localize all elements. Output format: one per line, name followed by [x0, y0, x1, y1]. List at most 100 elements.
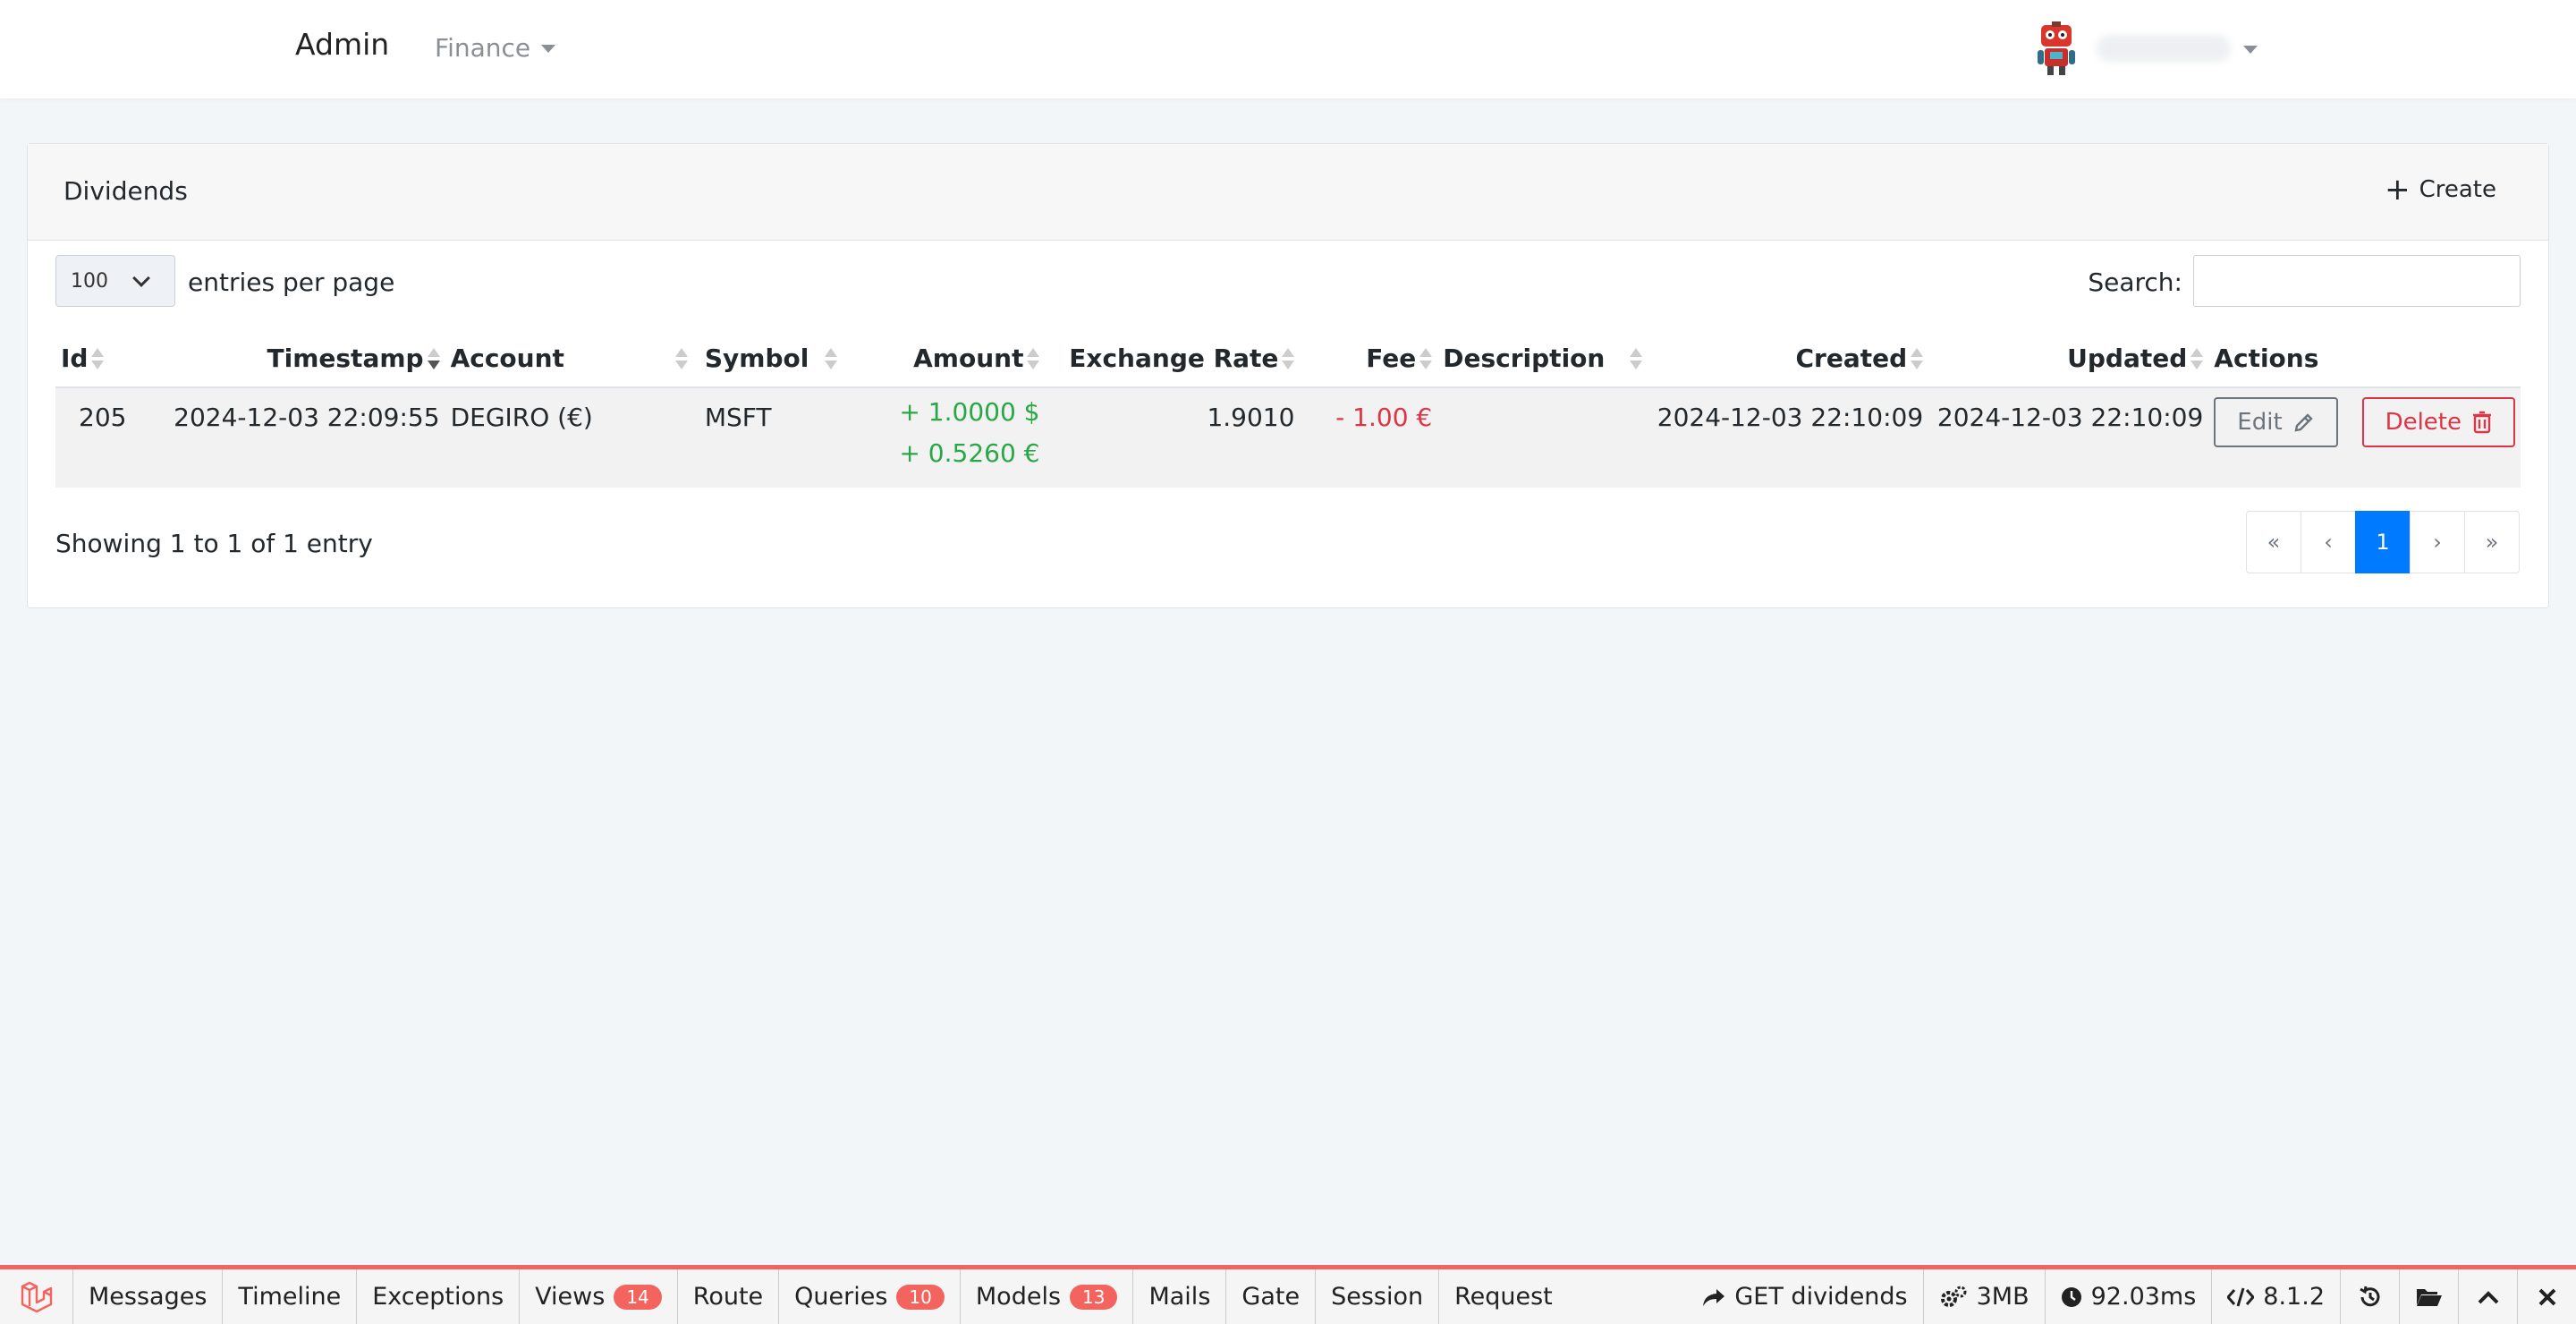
sort-icon [1911, 346, 1924, 373]
column-header-updated[interactable]: Updated [1928, 330, 2209, 388]
column-header-amount[interactable]: Amount [843, 330, 1046, 388]
cell-id: 205 [79, 403, 127, 432]
cell-amount: + 1.0000 $ + 0.5260 € [843, 387, 1045, 488]
debugbar-tab-models[interactable]: Models 13 [961, 1269, 1134, 1324]
cell-account: DEGIRO (€) [450, 403, 593, 432]
laravel-logo-icon[interactable] [0, 1269, 73, 1324]
page-current[interactable]: 1 [2355, 511, 2411, 573]
views-count-badge: 14 [614, 1284, 662, 1310]
debugbar-time: 92.03ms [2044, 1269, 2212, 1324]
code-icon [2227, 1287, 2255, 1306]
avatar [2036, 21, 2077, 75]
sort-icon [2190, 346, 2204, 373]
create-button[interactable]: + Create [2385, 172, 2496, 208]
sort-icon [1419, 346, 1433, 373]
debugbar-tab-request[interactable]: Request [1439, 1269, 1568, 1324]
cogs-icon [1940, 1286, 1967, 1307]
search-label: Search: [2088, 267, 2182, 297]
table-header-row: Id Timestamp Account Symbol Amount Excha… [55, 330, 2521, 388]
caret-down-icon [2243, 45, 2258, 54]
per-page-label: entries per page [188, 267, 395, 297]
share-icon [1703, 1288, 1725, 1306]
column-header-timestamp[interactable]: Timestamp [131, 330, 445, 388]
column-header-account[interactable]: Account [445, 330, 699, 388]
debugbar-memory: 3MB [1922, 1269, 2045, 1324]
amount-primary: + 1.0000 $ [899, 397, 1040, 427]
column-header-created[interactable]: Created [1651, 330, 1929, 388]
sort-icon [1027, 346, 1040, 373]
chevron-down-icon [132, 269, 150, 287]
pagination: « ‹ 1 › » [2246, 511, 2520, 573]
queries-count-badge: 10 [896, 1284, 945, 1310]
cell-description [1437, 387, 1651, 488]
folder-open-icon[interactable] [2399, 1269, 2458, 1324]
finance-menu-label: Finance [435, 33, 531, 63]
cell-updated: 2024-12-03 22:10:09 [1936, 403, 2204, 432]
history-icon[interactable] [2340, 1269, 2399, 1324]
card-title: Dividends [64, 176, 188, 206]
finance-menu[interactable]: Finance [435, 33, 556, 63]
create-button-label: Create [2419, 176, 2496, 203]
brand-title[interactable]: Admin [295, 27, 389, 62]
table-controls: 100 entries per page Search: [55, 255, 2521, 309]
delete-button[interactable]: Delete [2361, 397, 2515, 447]
models-count-badge: 13 [1070, 1284, 1118, 1310]
edit-button[interactable]: Edit [2214, 397, 2338, 447]
debugbar-tab-session[interactable]: Session [1316, 1269, 1440, 1324]
card-header: Dividends + Create [28, 144, 2548, 241]
delete-button-label: Delete [2385, 409, 2462, 436]
cell-created: 2024-12-03 22:10:09 [1657, 403, 1924, 432]
cell-symbol: MSFT [704, 403, 772, 432]
user-menu[interactable] [2036, 21, 2258, 75]
table-row: 205 2024-12-03 22:09:55 DEGIRO (€) MSFT … [55, 387, 2521, 488]
clock-icon [2061, 1286, 2081, 1307]
page-previous[interactable]: ‹ [2301, 511, 2356, 573]
chevron-up-icon[interactable] [2458, 1269, 2517, 1324]
debugbar-right: GET dividends 3MB 92.03ms 8.1.2 [1687, 1269, 2576, 1324]
debugbar-tab-route[interactable]: Route [678, 1269, 780, 1324]
sort-icon [674, 346, 688, 373]
cell-timestamp: 2024-12-03 22:09:55 [174, 403, 440, 432]
amount-secondary: + 0.5260 € [899, 438, 1040, 468]
plus-icon: + [2385, 172, 2411, 208]
sort-icon [91, 346, 105, 373]
sort-icon [1630, 346, 1643, 373]
cell-fee: - 1.00 € [1335, 403, 1433, 432]
search-input[interactable] [2193, 255, 2521, 307]
close-icon[interactable] [2517, 1269, 2576, 1324]
page-last[interactable]: » [2464, 511, 2520, 573]
sort-desc-icon [427, 346, 440, 373]
edit-button-label: Edit [2237, 409, 2283, 436]
debugbar-tab-messages[interactable]: Messages [73, 1269, 224, 1324]
top-navbar: Admin Finance [0, 0, 2576, 98]
debugbar-tab-exceptions[interactable]: Exceptions [357, 1269, 521, 1324]
debugbar: Messages Timeline Exceptions Views 14 Rou… [0, 1265, 2576, 1324]
dividends-table: Id Timestamp Account Symbol Amount Excha… [55, 330, 2521, 488]
cell-exchange-rate: 1.9010 [1207, 403, 1295, 432]
debugbar-tab-timeline[interactable]: Timeline [223, 1269, 358, 1324]
sort-icon [825, 346, 838, 373]
debugbar-tab-gate[interactable]: Gate [1226, 1269, 1317, 1324]
debugbar-request[interactable]: GET dividends [1687, 1269, 1922, 1324]
column-header-description[interactable]: Description [1437, 330, 1652, 388]
column-header-fee[interactable]: Fee [1300, 330, 1438, 388]
per-page-value: 100 [71, 269, 108, 293]
debugbar-tab-queries[interactable]: Queries 10 [779, 1269, 961, 1324]
page-next[interactable]: › [2410, 511, 2465, 573]
page-first[interactable]: « [2246, 511, 2301, 573]
pencil-icon [2294, 413, 2313, 432]
trash-icon [2473, 411, 2491, 434]
user-name-blurred [2097, 35, 2231, 62]
column-header-symbol[interactable]: Symbol [699, 330, 843, 388]
column-header-id[interactable]: Id [55, 330, 132, 388]
column-header-exchange-rate[interactable]: Exchange Rate [1045, 330, 1301, 388]
dividends-card: Dividends + Create 100 entries per page … [27, 143, 2549, 608]
caret-down-icon [541, 45, 556, 53]
per-page-select[interactable]: 100 [55, 255, 175, 307]
table-info: Showing 1 to 1 of 1 entry [55, 529, 373, 558]
cell-actions: Edit Delete [2208, 387, 2521, 488]
debugbar-tab-mails[interactable]: Mails [1133, 1269, 1227, 1324]
sort-icon [1282, 346, 1295, 373]
debugbar-tab-views[interactable]: Views 14 [520, 1269, 678, 1324]
column-header-actions: Actions [2208, 330, 2521, 388]
